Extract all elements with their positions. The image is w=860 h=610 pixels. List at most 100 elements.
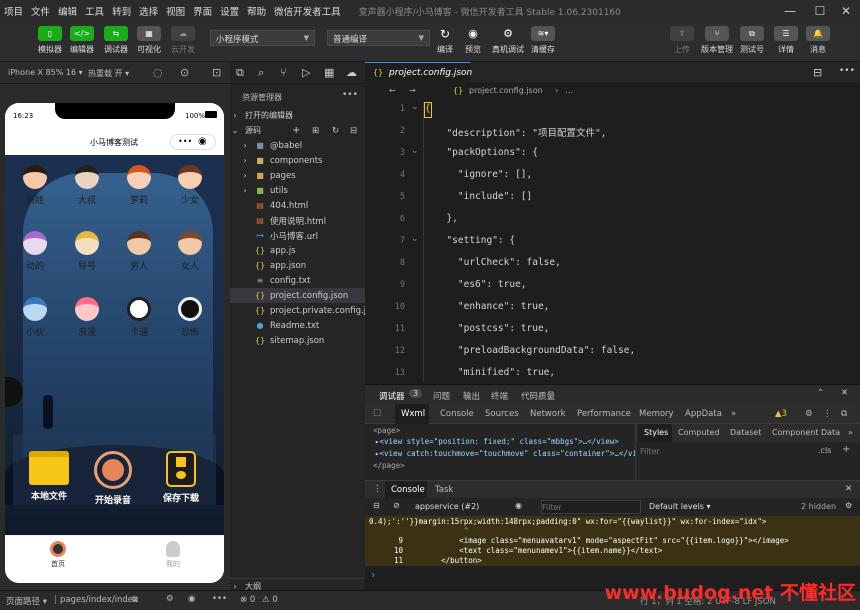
avatar-item[interactable]: 萌娃	[13, 165, 57, 206]
file-item[interactable]: {} app.json	[230, 258, 365, 273]
panel-appdata[interactable]: AppData	[685, 409, 722, 419]
levels-select[interactable]: Default levels ▾	[649, 502, 711, 511]
warning-count[interactable]: ▲3	[775, 409, 787, 419]
menu-help[interactable]: 帮助	[243, 4, 270, 18]
new-file-icon[interactable]: +	[292, 125, 300, 136]
console-settings-icon[interactable]: ⚙	[845, 501, 852, 510]
menu-file[interactable]: 文件	[27, 4, 54, 18]
avatar-item[interactable]: 少女	[168, 165, 212, 206]
drawer-tab-console[interactable]: Console	[385, 481, 427, 499]
wxml-node[interactable]: </page>	[373, 461, 405, 470]
fold-chevron-icon[interactable]: ⌄	[411, 146, 419, 156]
eye-icon[interactable]: ◉	[515, 501, 522, 510]
editor-more-icon[interactable]: •••	[839, 66, 855, 76]
undock-icon[interactable]: ⧉	[841, 409, 847, 419]
styles-tab-active[interactable]: Styles	[638, 424, 672, 442]
file-item[interactable]: ⊶ 小马博客.url	[230, 228, 365, 243]
tab-terminal[interactable]: 终端	[491, 390, 508, 402]
component-data-tab[interactable]: Component Data	[772, 428, 840, 437]
wxml-node[interactable]: ▸<view style="position: fixed;" class="m…	[375, 437, 619, 446]
collapse-icon[interactable]: ⊟	[350, 126, 357, 136]
file-item[interactable]: {} sitemap.json	[230, 333, 365, 348]
copy-icon[interactable]: ⧉	[132, 595, 138, 605]
menu-goto[interactable]: 转到	[108, 4, 135, 18]
local-file-button[interactable]: 本地文件	[19, 451, 79, 502]
start-record-button[interactable]: 开始录音	[83, 451, 143, 506]
menu-select[interactable]: 选择	[135, 4, 162, 18]
panel-sources[interactable]: Sources	[485, 409, 519, 419]
new-folder-icon[interactable]: ⊞	[312, 126, 319, 136]
fold-chevron-icon[interactable]: ⌄	[411, 234, 419, 244]
avatar-item[interactable]: 导号	[65, 231, 109, 272]
real-debug-button[interactable]: ⚙ 真机调试	[488, 26, 528, 55]
save-download-button[interactable]: 保存下载	[151, 451, 211, 504]
menu-edit[interactable]: 编辑	[54, 4, 81, 18]
cloud-dev-button[interactable]: ☁ 云开发	[163, 26, 203, 55]
console-filter-input[interactable]	[541, 500, 641, 514]
panel-memory[interactable]: Memory	[639, 409, 674, 419]
context-select[interactable]: appservice (#2)	[415, 502, 479, 511]
styles-more-tab[interactable]: »	[848, 428, 853, 437]
debug-run-icon[interactable]: ▷	[302, 66, 310, 79]
file-item[interactable]: ● Readme.txt	[230, 318, 365, 333]
menu-view[interactable]: 视图	[162, 4, 189, 18]
open-editors-section[interactable]: › 打开的编辑器	[230, 108, 365, 123]
file-item[interactable]: {} project.private.config.js...	[230, 303, 379, 318]
more-icon[interactable]: •••	[178, 137, 192, 146]
wxml-node[interactable]: <page>	[373, 426, 400, 435]
breadcrumb-file[interactable]: project.config.json	[469, 86, 543, 95]
menu-wechat-devtools[interactable]: 微信开发者工具	[270, 4, 345, 18]
file-item[interactable]: › ■ utils	[230, 183, 365, 198]
page-path-label[interactable]: 页面路径 ▾	[6, 595, 47, 607]
file-item[interactable]: › ■ pages	[230, 168, 365, 183]
panel-network[interactable]: Network	[530, 409, 566, 419]
wxml-node[interactable]: ▸<view catch:touchmove="touchmove" class…	[375, 449, 635, 458]
close-mini-icon[interactable]: ◉	[198, 136, 207, 147]
tab-output[interactable]: 输出	[463, 390, 480, 402]
compile-select[interactable]: 普通编译 ▼	[327, 30, 430, 46]
stop-icon[interactable]: ⊙	[180, 66, 189, 79]
cloud-tools-icon[interactable]: ☁	[346, 66, 357, 79]
avatar-item[interactable]: 女人	[168, 231, 212, 272]
panel-wxml-active[interactable]: Wxml	[395, 404, 429, 424]
fold-chevron-icon[interactable]: ⌄	[411, 102, 419, 112]
messages-button[interactable]: 🔔 消息	[798, 26, 838, 55]
split-editor-icon[interactable]: ⊟	[813, 66, 822, 79]
file-item[interactable]: {} app.js	[230, 243, 365, 258]
file-item[interactable]: › ■ components	[230, 153, 365, 168]
device-select[interactable]: iPhone X 85% 16 ▾	[8, 68, 83, 77]
capsule-menu[interactable]: ••• ◉	[170, 134, 216, 150]
clear-console-icon[interactable]: ⊘	[393, 501, 400, 510]
close-drawer-icon[interactable]: ✕	[845, 484, 852, 494]
menu-interface[interactable]: 界面	[189, 4, 216, 18]
search-icon[interactable]: ⌕	[258, 66, 264, 80]
files-icon[interactable]: ⧉	[236, 66, 244, 80]
tab-debugger[interactable]: 调试器	[379, 390, 405, 402]
styles-filter-input[interactable]	[640, 444, 810, 458]
dataset-tab[interactable]: Dataset	[730, 428, 761, 437]
clear-cache-button[interactable]: ≋▾ 清缓存	[523, 26, 563, 55]
breadcrumb-more[interactable]: …	[565, 86, 573, 95]
panel-more[interactable]: »	[731, 409, 736, 419]
avatar-item[interactable]: 卡通	[117, 297, 161, 338]
avatar-item[interactable]: 男人	[117, 231, 161, 272]
menu-project[interactable]: 项目	[0, 4, 27, 18]
file-item[interactable]: ▤ 404.html	[230, 198, 365, 213]
settings-gear-icon[interactable]: ⚙	[166, 594, 174, 604]
menu-settings[interactable]: 设置	[216, 4, 243, 18]
version-button[interactable]: ⑂ 版本管理	[697, 26, 737, 55]
popout-icon[interactable]: ⊡	[212, 66, 221, 79]
file-item[interactable]: › ■ @babel	[230, 138, 365, 153]
avatar-item[interactable]: 动的	[13, 231, 57, 272]
extensions-icon[interactable]: ▦	[324, 66, 334, 79]
close-panel-icon[interactable]: ✕	[841, 388, 848, 398]
file-item[interactable]: ≡ config.txt	[230, 273, 365, 288]
tab-problems[interactable]: 问题	[433, 390, 450, 402]
cls-toggle[interactable]: .cls	[818, 446, 831, 455]
tab-code-quality[interactable]: 代码质量	[521, 390, 555, 402]
more-vertical-icon[interactable]: ⋮	[373, 484, 382, 494]
panel-console[interactable]: Console	[440, 409, 474, 419]
nav-back-icon[interactable]: ←	[389, 86, 396, 95]
add-rule-icon[interactable]: +	[842, 444, 850, 455]
computed-tab[interactable]: Computed	[678, 428, 720, 437]
